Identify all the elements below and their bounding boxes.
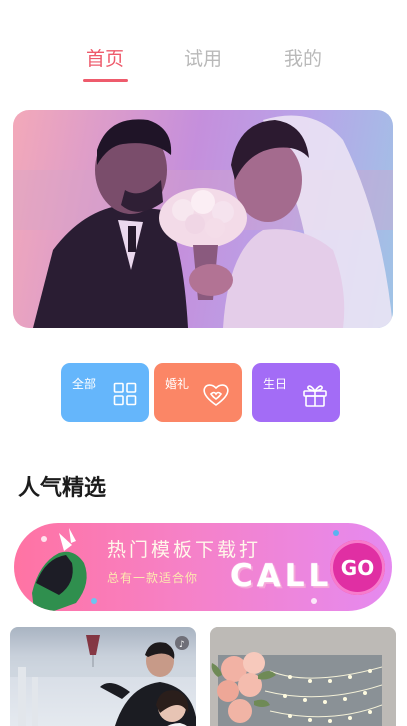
promo-banner[interactable]: 热门模板下载打 总有一款适合你 CALL GO <box>14 523 392 611</box>
wedding-toast-photo: ♪ <box>10 635 196 726</box>
section-title-popular: 人气精选 <box>18 476 107 501</box>
category-all-button[interactable]: 全部 <box>61 363 149 422</box>
template-card-1[interactable]: ♪ <box>10 627 196 726</box>
hero-wedding-photo <box>13 115 393 328</box>
promo-subtitle: 总有一款适合你 <box>107 571 199 585</box>
template-card-2[interactable] <box>210 627 396 726</box>
gift-icon <box>302 382 328 412</box>
active-tab-indicator <box>83 79 128 82</box>
promo-go-button[interactable]: GO <box>330 540 385 595</box>
heart-icon <box>202 382 230 412</box>
hero-banner[interactable] <box>13 110 393 328</box>
svg-text:♪: ♪ <box>179 640 185 650</box>
tab-trial[interactable]: 试用 <box>173 44 233 71</box>
grid-icon <box>113 382 137 410</box>
category-wedding-label: 婚礼 <box>165 377 190 391</box>
category-birthday-label: 生日 <box>263 377 288 391</box>
promo-call-text: CALL <box>230 558 333 594</box>
tab-home[interactable]: 首页 <box>75 44 135 71</box>
category-wedding-button[interactable]: 婚礼 <box>154 363 242 422</box>
tab-mine[interactable]: 我的 <box>273 44 333 71</box>
category-birthday-button[interactable]: 生日 <box>252 363 340 422</box>
top-tab-bar: 首页 试用 我的 <box>0 44 407 84</box>
category-all-label: 全部 <box>72 377 97 391</box>
floral-string-lights-photo <box>210 627 396 726</box>
